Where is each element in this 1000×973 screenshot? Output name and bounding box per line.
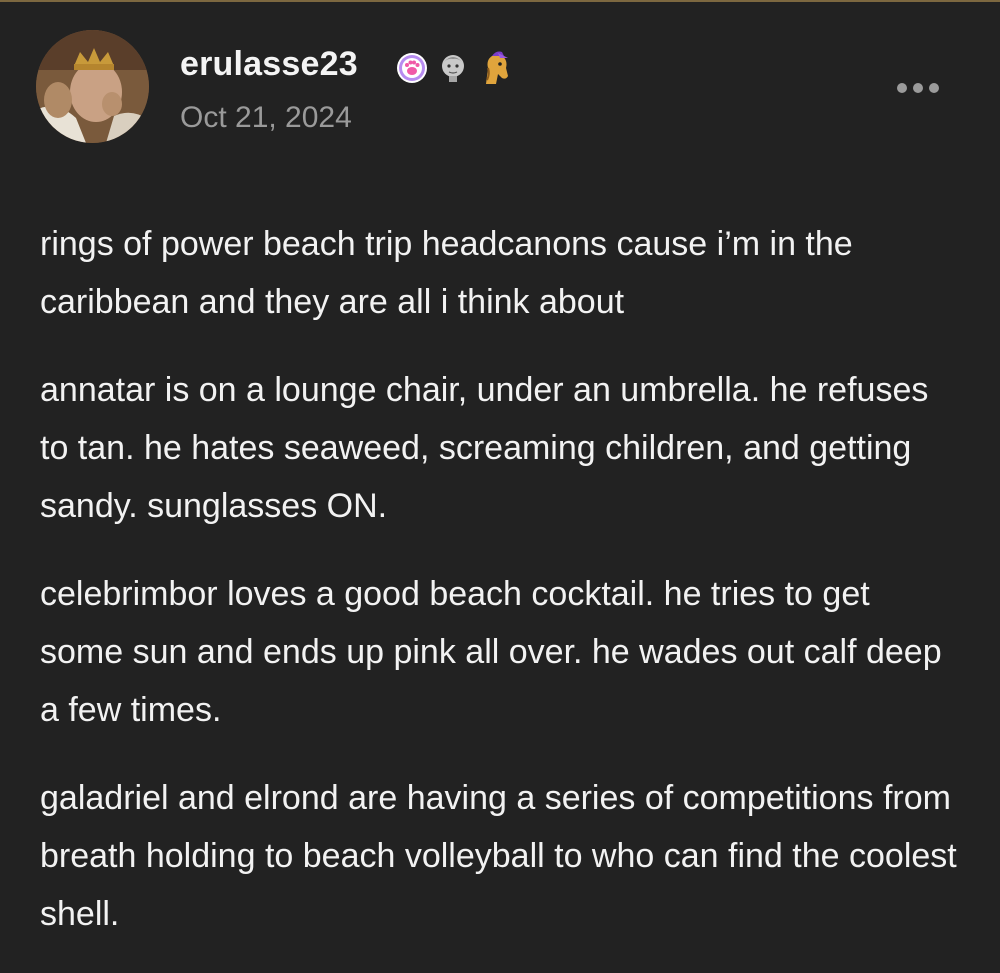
- more-options-button[interactable]: [890, 74, 946, 102]
- author-name[interactable]: erulasse23: [180, 44, 358, 84]
- badge-list: [396, 48, 512, 88]
- ellipsis-icon: [929, 83, 939, 93]
- post-body: rings of power beach trip headcanons cau…: [40, 215, 960, 973]
- avatar[interactable]: [36, 30, 149, 143]
- horse-badge-icon[interactable]: [478, 50, 512, 86]
- ellipsis-icon: [897, 83, 907, 93]
- avatar-image: [36, 30, 149, 143]
- post-date[interactable]: Oct 21, 2024: [180, 100, 352, 136]
- post-paragraph: celebrimbor loves a good beach cocktail.…: [40, 575, 942, 729]
- paw-badge-icon[interactable]: [396, 52, 428, 84]
- post-paragraph: galadriel and elrond are having a series…: [40, 779, 957, 933]
- post-header: erulasse23 Oct 21, 2024: [0, 0, 1000, 170]
- post-paragraph: annatar is on a lounge chair, under an u…: [40, 371, 929, 525]
- statue-head-badge-icon[interactable]: [438, 52, 468, 84]
- post-paragraph: rings of power beach trip headcanons cau…: [40, 225, 853, 321]
- ellipsis-icon: [913, 83, 923, 93]
